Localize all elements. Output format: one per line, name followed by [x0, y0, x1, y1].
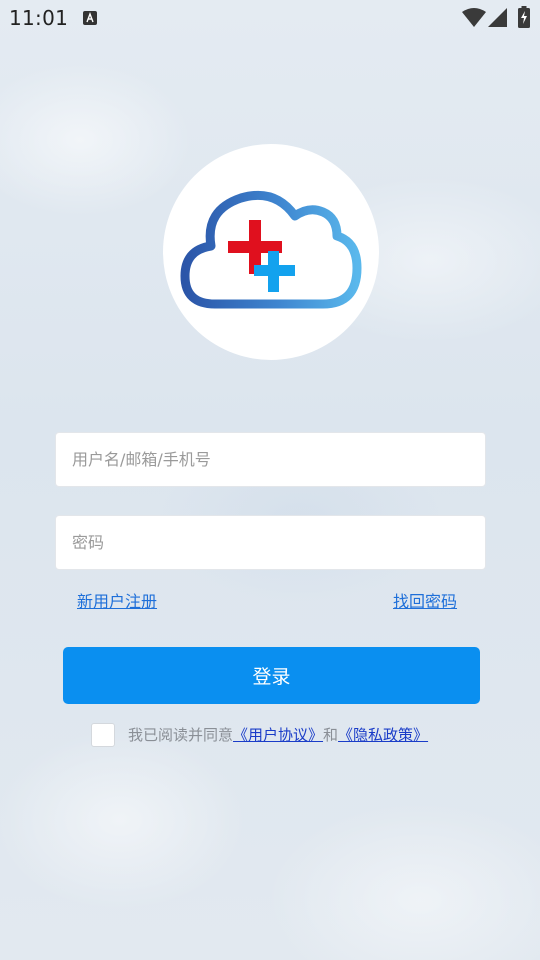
agreement-prefix: 我已阅读并同意	[128, 726, 234, 744]
username-field-container	[55, 432, 486, 487]
privacy-policy-link[interactable]: 《隐私政策》	[338, 726, 428, 744]
keyboard-a-icon	[83, 11, 97, 25]
agreement-conjunction: 和	[323, 726, 339, 744]
cloud-medical-cross-logo	[180, 190, 362, 309]
password-input[interactable]	[56, 516, 485, 569]
signal-icon	[488, 8, 508, 32]
wifi-icon	[462, 8, 486, 32]
username-input[interactable]	[56, 433, 485, 486]
app-logo	[163, 144, 379, 360]
battery-charging-icon	[518, 6, 530, 32]
password-field-container	[55, 515, 486, 570]
register-link[interactable]: 新用户注册	[77, 588, 157, 612]
login-button[interactable]: 登录	[63, 647, 480, 704]
agreement-text: 我已阅读并同意《用户协议》和《隐私政策》	[128, 724, 428, 745]
status-time: 11:01	[9, 6, 69, 30]
user-agreement-link[interactable]: 《用户协议》	[233, 726, 323, 744]
status-bar: 11:01	[0, 0, 540, 38]
forgot-password-link[interactable]: 找回密码	[393, 588, 457, 612]
agreement-checkbox[interactable]	[91, 723, 115, 747]
